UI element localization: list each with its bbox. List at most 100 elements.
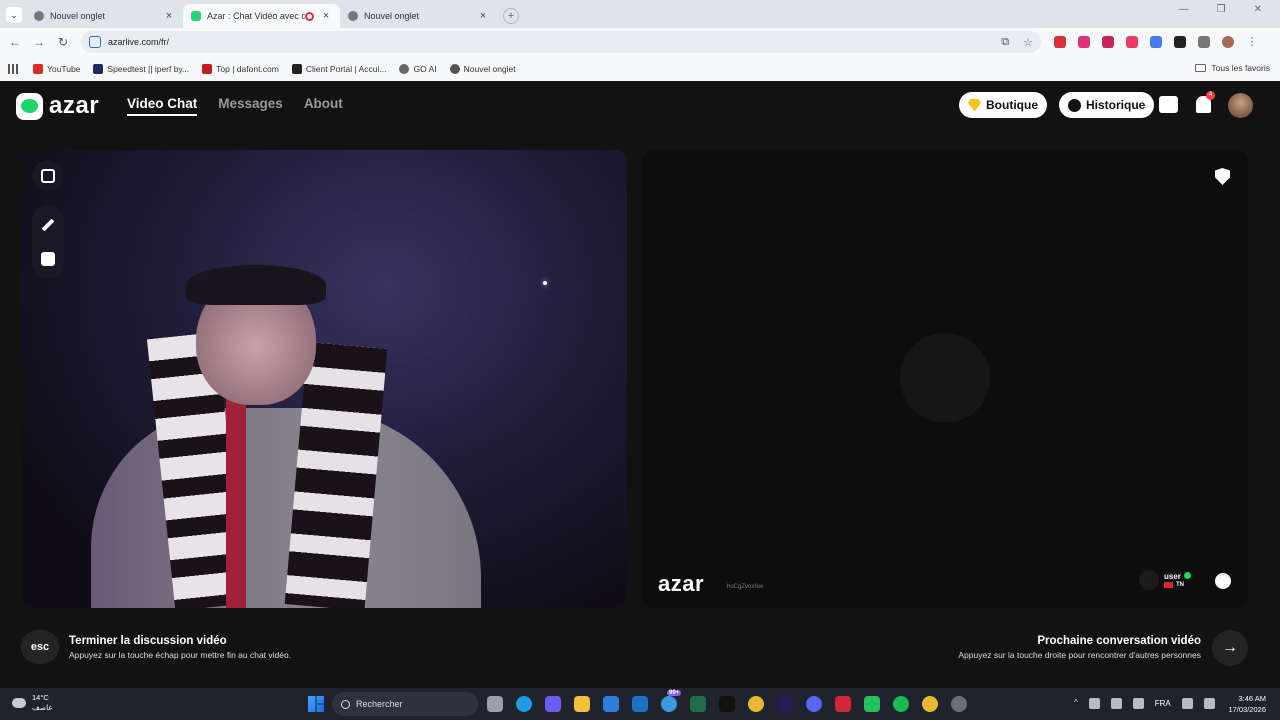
extension-icon[interactable] [1126, 36, 1138, 48]
taskbar-search[interactable]: Rechercher [332, 692, 478, 716]
file-explorer-icon[interactable] [574, 696, 590, 712]
extension-icon[interactable] [1078, 36, 1090, 48]
search-icon [341, 699, 350, 709]
close-tab-icon[interactable]: × [163, 10, 175, 22]
inbox-icon[interactable] [1159, 96, 1178, 113]
effects-button[interactable] [32, 209, 64, 241]
copilot-icon[interactable] [545, 696, 561, 712]
site-info-icon[interactable] [89, 36, 101, 48]
translate-icon[interactable] [1150, 36, 1162, 48]
tab-3[interactable]: Nouvel onglet × [340, 4, 497, 28]
remote-user[interactable]: user TN [1139, 570, 1191, 590]
profile-icon[interactable] [1222, 36, 1234, 48]
close-tab-icon[interactable]: × [477, 10, 489, 22]
chat-bubble-icon[interactable] [1215, 573, 1231, 589]
minimize-video-button[interactable] [32, 160, 64, 192]
close-tab-icon[interactable]: × [320, 10, 332, 22]
play-icon[interactable] [864, 696, 880, 712]
bookmark-speedtest[interactable]: Speedtest || iperf by... [93, 63, 189, 74]
forward-icon[interactable]: → [27, 35, 51, 49]
tab-azar[interactable]: Azar : Chat Vidéo avec de n × [183, 4, 340, 28]
extensions-bar: ⋮ [1054, 36, 1258, 48]
tab-title: Azar : Chat Vidéo avec de n [207, 11, 305, 21]
puzzle-icon[interactable] [1198, 36, 1210, 48]
tray-app-icon[interactable] [1088, 698, 1100, 709]
install-app-icon[interactable]: ⧉ [1001, 36, 1009, 49]
edge-icon[interactable] [516, 696, 532, 712]
nav-messages[interactable]: Messages [218, 96, 283, 116]
obs-icon[interactable] [951, 696, 967, 712]
report-icon[interactable] [1215, 168, 1230, 185]
terminal-icon[interactable] [690, 696, 706, 712]
chrome-icon[interactable] [748, 696, 764, 712]
remote-id: huCgZvoxNw [727, 584, 764, 590]
shrink-icon [41, 169, 55, 183]
gem-icon [968, 98, 981, 112]
nav-about[interactable]: About [304, 96, 343, 116]
tab-1[interactable]: Nouvel onglet × [26, 4, 183, 28]
menu-icon[interactable]: ⋮ [1246, 36, 1258, 48]
app-icon[interactable] [835, 696, 851, 712]
start-icon[interactable] [308, 696, 324, 712]
url-text[interactable]: azarlive.com/fr/ [108, 37, 169, 47]
online-indicator-icon [1183, 572, 1191, 579]
next-chat-button[interactable]: → [1212, 630, 1248, 666]
tab-search-button[interactable]: ⌄ [6, 7, 22, 23]
microphone-icon[interactable] [1132, 698, 1144, 709]
back-icon[interactable]: ← [3, 35, 27, 49]
avatar[interactable] [1228, 93, 1253, 118]
taskbar-clock[interactable]: 3:46 AM 17/03/2026 [1228, 693, 1266, 715]
bookmark-youtube[interactable]: YouTube [33, 63, 80, 74]
tab-title: Nouvel onglet [364, 11, 420, 21]
azar-logo[interactable]: azar [16, 92, 99, 120]
weather-widget[interactable]: 14°C عاصف [12, 693, 53, 713]
extension-icon[interactable] [1054, 36, 1066, 48]
address-bar[interactable]: azarlive.com/fr/ ⧉ ☆ [81, 31, 1041, 53]
history-button[interactable]: Historique [1059, 92, 1155, 118]
discord-icon[interactable] [806, 696, 822, 712]
restore-icon[interactable]: ❐ [1217, 4, 1226, 15]
end-chat-button[interactable]: esc [21, 630, 59, 664]
volume-icon[interactable] [1203, 698, 1215, 709]
mask-button[interactable] [32, 243, 64, 275]
onedrive-icon[interactable] [1110, 698, 1122, 709]
dafont-icon [202, 63, 213, 74]
network-icon[interactable] [1181, 698, 1193, 709]
reload-icon[interactable]: ↻ [51, 35, 75, 49]
shop-button[interactable]: Boutique [959, 92, 1047, 118]
all-bookmarks[interactable]: Tous les favoris [1195, 63, 1270, 73]
remote-username: user [1164, 572, 1181, 581]
end-chat-title: Terminer la discussion vidéo [69, 635, 227, 647]
apps-grid-icon[interactable] [8, 63, 18, 74]
chrome-profile-icon[interactable] [922, 696, 938, 712]
extension-icon[interactable] [1174, 36, 1186, 48]
language-indicator[interactable]: FRA [1155, 699, 1171, 708]
minimize-icon[interactable]: — [1179, 4, 1189, 15]
bookmark-client-portal[interactable]: Client Portal | Accui... [291, 63, 386, 74]
bookmark-dafont[interactable]: Top | dafont.com [202, 63, 279, 74]
bookmark-go-ai[interactable]: GO AI [399, 63, 437, 74]
task-view-icon[interactable] [487, 696, 503, 712]
nav-video-chat[interactable]: Video Chat [127, 96, 198, 116]
outlook-icon[interactable] [632, 696, 648, 712]
bookmarks-bar: YouTube Speedtest || iperf by... Top | d… [0, 56, 1280, 81]
spotify-icon[interactable] [893, 696, 909, 712]
close-window-icon[interactable]: ✕ [1254, 4, 1262, 15]
bookmark-new-tab[interactable]: Nouvel onglet [449, 63, 516, 74]
chevron-up-icon[interactable]: ^ [1074, 698, 1078, 709]
new-tab-button[interactable]: + [503, 8, 519, 24]
tab-title: Nouvel onglet [50, 11, 106, 21]
telegram-icon[interactable]: 99+ [661, 690, 682, 712]
window-controls: — ❐ ✕ [1179, 4, 1280, 15]
windows-taskbar: 14°C عاصف Rechercher 99+ ^ FRA 3:46 AM 1… [0, 688, 1280, 720]
temperature: 14°C [32, 693, 49, 702]
flag-icon [1164, 582, 1173, 588]
tradingview-icon[interactable] [719, 696, 735, 712]
store-icon[interactable] [603, 696, 619, 712]
chrome-icon [449, 63, 460, 74]
main-nav: Video Chat Messages About [127, 96, 343, 116]
after-effects-icon[interactable] [777, 696, 793, 712]
browser-toolbar: ← → ↻ azarlive.com/fr/ ⧉ ☆ ⋮ [0, 28, 1280, 56]
star-icon[interactable]: ☆ [1023, 36, 1033, 49]
extension-icon[interactable] [1102, 36, 1114, 48]
